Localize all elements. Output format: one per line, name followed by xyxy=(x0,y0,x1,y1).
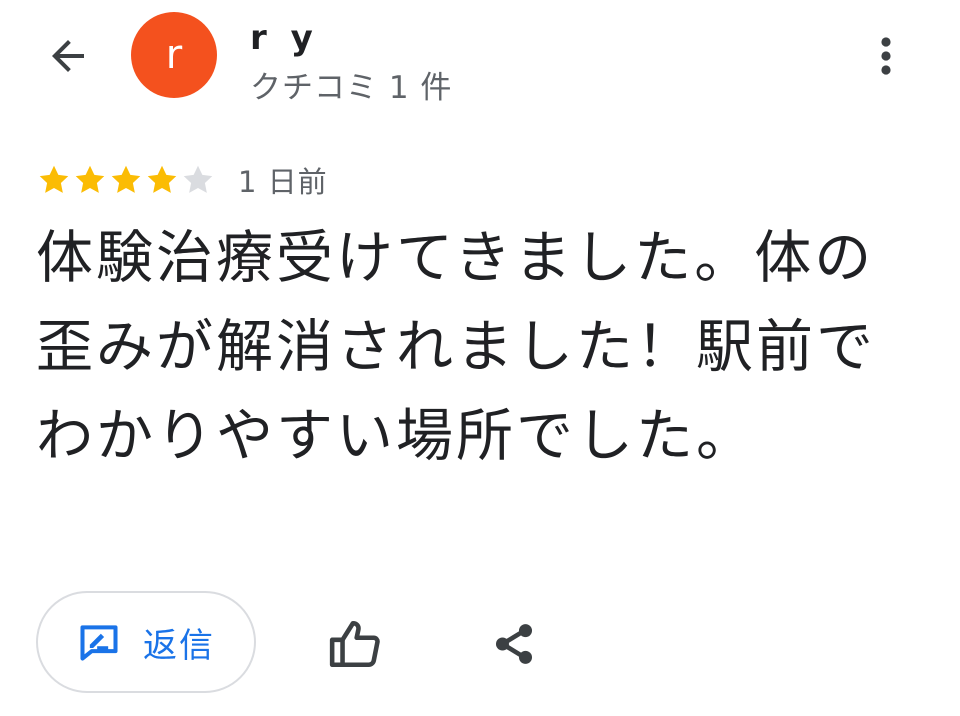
reply-label: 返信 xyxy=(143,625,215,666)
avatar-initial: r xyxy=(165,32,183,78)
review-detail-page: r r y クチコミ 1 件 1 日前 体験治療受けてきました。体の歪みが解消さ… xyxy=(0,0,960,716)
more-options-button[interactable] xyxy=(858,28,914,84)
share-button[interactable] xyxy=(482,612,546,676)
edit-reply-icon xyxy=(80,625,118,661)
back-button[interactable] xyxy=(36,24,100,88)
like-button[interactable] xyxy=(320,612,390,676)
more-vertical-icon xyxy=(881,37,891,75)
star-filled-icon xyxy=(147,165,177,193)
thumb-up-icon xyxy=(329,620,380,668)
star-rating xyxy=(36,162,216,198)
star-filled-icon xyxy=(111,165,141,193)
rating-row: 1 日前 xyxy=(36,158,328,202)
user-name[interactable]: r y xyxy=(250,18,319,58)
review-text: 体験治療受けてきました。体の歪みが解消されました！駅前でわかりやすい場所でした。 xyxy=(36,225,876,469)
arrow-left-icon xyxy=(52,40,84,72)
review-count: クチコミ 1 件 xyxy=(250,70,453,106)
reply-button[interactable]: 返信 xyxy=(36,591,256,693)
star-empty-icon xyxy=(183,165,213,193)
review-date: 1 日前 xyxy=(238,165,328,199)
star-filled-icon xyxy=(39,165,69,193)
share-icon xyxy=(495,624,533,664)
avatar[interactable]: r xyxy=(131,12,217,98)
star-filled-icon xyxy=(75,165,105,193)
